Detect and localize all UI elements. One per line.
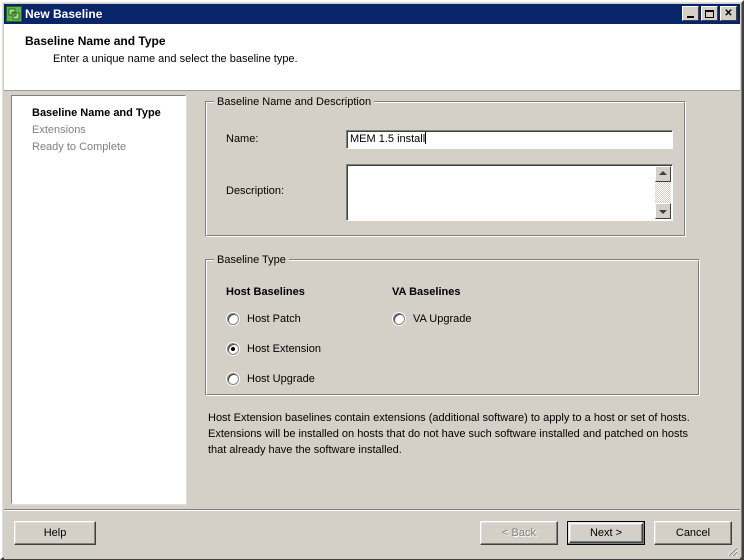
window-inner-frame: New Baseline ✕ Baseline Name and Type En…	[2, 2, 742, 558]
radio-host-upgrade-label: Host Upgrade	[247, 373, 315, 385]
next-button-label: Next >	[590, 527, 622, 539]
window-controls: ✕	[682, 6, 737, 21]
radio-button-selected-icon	[227, 343, 239, 355]
back-button-label: < Back	[502, 527, 536, 539]
host-baselines-heading: Host Baselines	[226, 286, 305, 298]
maximize-button[interactable]	[701, 6, 718, 21]
back-button[interactable]: < Back	[480, 521, 558, 545]
wizard-content: Baseline Name and Description Name: MEM …	[200, 95, 734, 504]
radio-va-upgrade-label: VA Upgrade	[413, 313, 472, 325]
wizard-steps-panel: Baseline Name and Type Extensions Ready …	[11, 95, 186, 504]
radio-button-icon	[227, 313, 239, 325]
resize-grip[interactable]	[724, 543, 738, 557]
page-title: Baseline Name and Type	[25, 34, 166, 48]
baseline-window-icon	[6, 6, 22, 22]
description-scrollbar[interactable]	[655, 166, 671, 219]
radio-host-extension-label: Host Extension	[247, 343, 321, 355]
description-textarea[interactable]	[346, 164, 673, 221]
title-bar[interactable]: New Baseline ✕	[4, 4, 740, 24]
group-legend-name-description: Baseline Name and Description	[214, 96, 374, 108]
name-label: Name:	[226, 133, 258, 145]
new-baseline-dialog: New Baseline ✕ Baseline Name and Type En…	[0, 0, 744, 560]
close-icon: ✕	[721, 7, 736, 20]
help-button[interactable]: Help	[14, 521, 96, 545]
scroll-up-arrow-icon[interactable]	[655, 166, 671, 182]
page-subtitle: Enter a unique name and select the basel…	[53, 53, 298, 65]
window-title: New Baseline	[25, 7, 102, 21]
cancel-button-label: Cancel	[676, 527, 710, 539]
radio-host-extension[interactable]: Host Extension	[227, 343, 321, 355]
sidebar-item-baseline-name-and-type[interactable]: Baseline Name and Type	[12, 105, 185, 122]
close-button[interactable]: ✕	[720, 6, 737, 21]
description-label: Description:	[226, 185, 284, 197]
next-button[interactable]: Next >	[567, 521, 645, 545]
text-caret	[425, 132, 426, 144]
va-baselines-heading: VA Baselines	[392, 286, 460, 298]
baseline-type-group: Baseline Type Host Baselines VA Baseline…	[205, 259, 700, 396]
radio-host-patch-label: Host Patch	[247, 313, 301, 325]
name-input[interactable]: MEM 1.5 install	[346, 130, 673, 149]
sidebar-item-extensions[interactable]: Extensions	[12, 122, 185, 139]
baseline-name-description-group: Baseline Name and Description Name: MEM …	[205, 101, 686, 237]
radio-button-icon	[393, 313, 405, 325]
group-legend-baseline-type: Baseline Type	[214, 254, 289, 266]
wizard-body: Baseline Name and Type Extensions Ready …	[4, 91, 740, 509]
cancel-button[interactable]: Cancel	[654, 521, 732, 545]
radio-button-icon	[227, 373, 239, 385]
baseline-type-description: Host Extension baselines contain extensi…	[208, 410, 696, 458]
wizard-header: Baseline Name and Type Enter a unique na…	[4, 24, 740, 91]
sidebar-item-ready-to-complete[interactable]: Ready to Complete	[12, 139, 185, 156]
help-button-label: Help	[44, 527, 67, 539]
name-input-value: MEM 1.5 install	[350, 133, 425, 145]
scrollbar-track[interactable]	[655, 182, 671, 203]
radio-va-upgrade[interactable]: VA Upgrade	[393, 313, 472, 325]
dialog-footer: Help < Back Next > Cancel	[4, 509, 740, 559]
minimize-button[interactable]	[682, 6, 699, 21]
scroll-down-arrow-icon[interactable]	[655, 203, 671, 219]
radio-host-patch[interactable]: Host Patch	[227, 313, 301, 325]
radio-host-upgrade[interactable]: Host Upgrade	[227, 373, 315, 385]
